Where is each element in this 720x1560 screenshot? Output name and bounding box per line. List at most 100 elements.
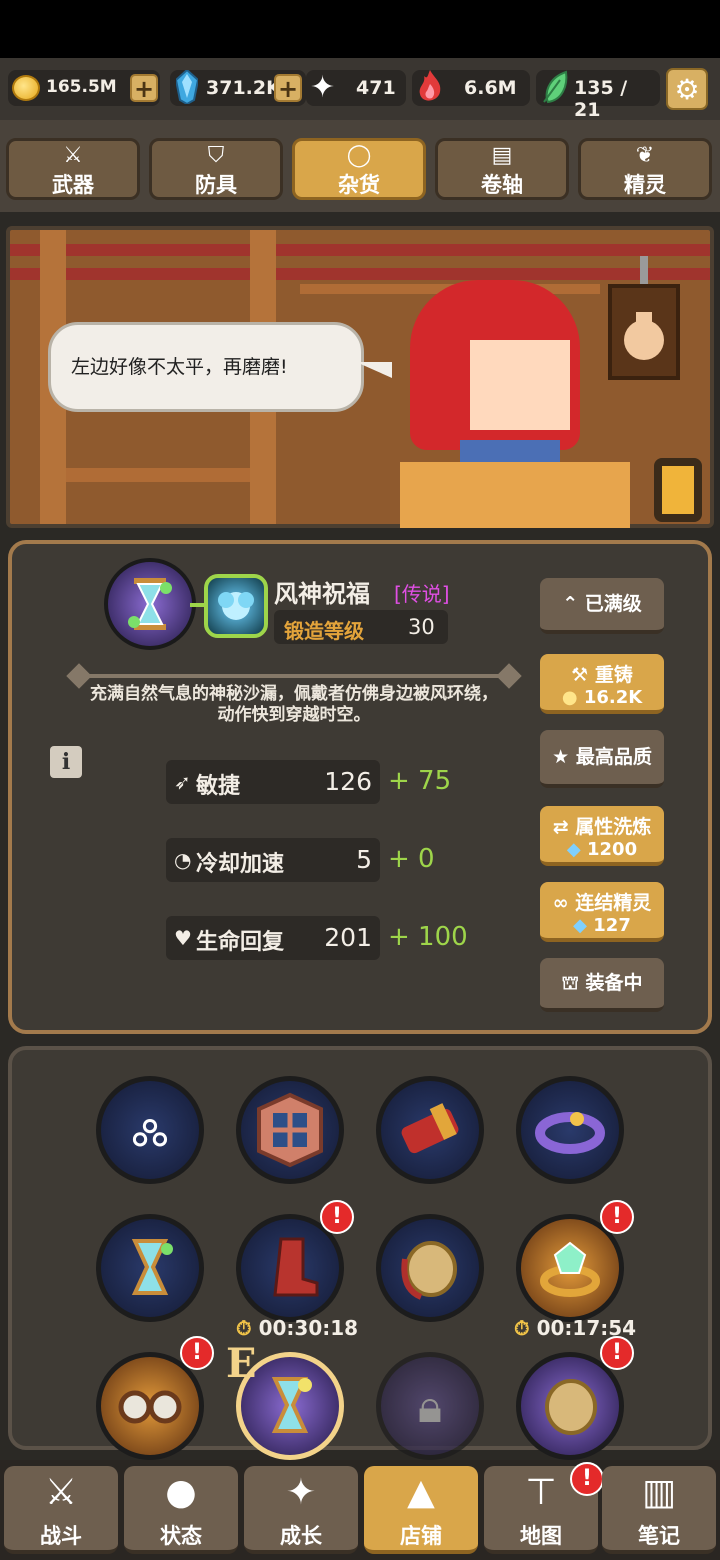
shop-category-tabs: ⚔ 武器 ⛉ 防具 ◯ 杂货 ▤ 卷轴 ❦ 精灵 <box>0 120 720 212</box>
alert-badge: ! <box>600 1200 634 1234</box>
item-slot-bracelet[interactable] <box>516 1076 624 1184</box>
mirror-icon <box>545 1379 597 1435</box>
ring-icon: ◯ <box>346 143 372 168</box>
swords-icon: ⚔ <box>44 1472 78 1513</box>
settings-gear-icon[interactable]: ⚙ <box>666 68 708 110</box>
alert-badge: ! <box>180 1336 214 1370</box>
tab-spirits[interactable]: ❦ 精灵 <box>578 138 712 200</box>
person-icon: ● <box>165 1472 197 1513</box>
tab-scrolls[interactable]: ▤ 卷轴 <box>435 138 569 200</box>
best-quality-button[interactable]: ★ 最高品质 <box>540 730 664 788</box>
speech-bubble: 左边好像不太平，再磨磨! <box>48 322 364 412</box>
stat-row-cooldown: ◔ 冷却加速 5 <box>166 838 380 882</box>
wings-icon: ❦ <box>635 143 655 168</box>
stopwatch-icon: ⏱ <box>514 1316 530 1340</box>
shield-frame-icon <box>257 1092 323 1168</box>
reroll-button[interactable]: ⇄ 属性洗炼 ◆ 1200 <box>540 806 664 866</box>
gem-icon: ◆ <box>566 839 587 860</box>
gold-coin-icon: ● <box>561 687 584 708</box>
equipped-marker: E <box>226 1340 257 1387</box>
item-timer: ⏱ 00:30:18 <box>236 1316 359 1340</box>
recast-button[interactable]: ⚒ 重铸 ● 16.2K <box>540 654 664 714</box>
bracer-icon <box>401 1103 459 1154</box>
tab-weapons[interactable]: ⚔ 武器 <box>6 138 140 200</box>
stat-bonus: + 0 <box>388 844 435 874</box>
item-rarity: [传说] <box>394 582 450 606</box>
cooldown-icon: ◔ <box>174 848 192 872</box>
stat-row-agility: ➶ 敏捷 126 <box>166 760 380 804</box>
book-icon: ▥ <box>641 1472 676 1513</box>
item-slot-bracer[interactable] <box>376 1076 484 1184</box>
nav-notes[interactable]: ▥ 笔记 <box>602 1466 716 1554</box>
tent-icon: ▲ <box>407 1472 435 1513</box>
item-slot-mirror[interactable] <box>376 1214 484 1322</box>
bracelet-icon <box>535 1112 605 1154</box>
alert-badge: ! <box>600 1336 634 1370</box>
star-shard-icon: ✦ <box>310 70 336 105</box>
stat-row-regen: ♥ 生命回复 201 <box>166 916 380 960</box>
alert-badge: ! <box>570 1462 604 1496</box>
item-slot-mirror-2[interactable] <box>516 1352 624 1460</box>
add-gem-button[interactable]: + <box>274 74 302 102</box>
necklace-icon: 🝆 <box>130 1103 170 1157</box>
forge-level-label: 锻造等级 <box>284 619 364 643</box>
link-icon: ∞ <box>552 892 576 914</box>
nav-shop[interactable]: ▲ 店铺 <box>364 1466 478 1554</box>
star-icon: ★ <box>552 746 576 768</box>
nav-growth[interactable]: ✦ 成长 <box>244 1466 358 1554</box>
alert-badge: ! <box>320 1200 354 1234</box>
nav-battle[interactable]: ⚔ 战斗 <box>4 1466 118 1554</box>
item-name: 风神祝福 <box>274 580 370 608</box>
status-bar <box>0 0 720 58</box>
resource-bar: 165.5M + 371.2K + 471 ✦ 6.6M 135 / 21 <box>0 58 720 121</box>
sword-icon: ⚔ <box>63 143 83 168</box>
hammer-icon: ⚒ <box>571 664 595 686</box>
regen-icon: ♥ <box>174 926 192 950</box>
gem-icon <box>176 70 198 104</box>
stat-bonus: + 75 <box>388 766 452 796</box>
agility-icon: ➶ <box>174 770 191 794</box>
shopkeeper-face <box>470 340 570 430</box>
scroll-icon: ▤ <box>491 143 513 168</box>
gem-icon: ◆ <box>573 915 594 936</box>
item-slot-locked[interactable]: 🔒︎ <box>376 1352 484 1460</box>
linked-spirit-icon[interactable] <box>204 574 268 638</box>
item-slot-hourglass[interactable] <box>96 1214 204 1322</box>
fire-icon <box>419 70 441 101</box>
up-arrow-icon: ⌃ <box>562 593 585 615</box>
tab-misc[interactable]: ◯ 杂货 <box>292 138 426 200</box>
forge-level-value: 30 <box>408 615 435 639</box>
divider <box>80 674 510 678</box>
hourglass-icon <box>131 1239 173 1295</box>
max-level-button[interactable]: ⌃ 已满级 <box>540 578 664 634</box>
stat-bonus: + 100 <box>388 922 468 952</box>
sparkle-icon: ✦ <box>285 1472 317 1513</box>
info-icon[interactable]: i <box>50 746 82 778</box>
item-slot-goggles[interactable] <box>96 1352 204 1460</box>
item-slot-frame[interactable] <box>236 1076 344 1184</box>
gold-coin-icon <box>12 75 40 101</box>
item-hourglass-icon[interactable] <box>104 558 196 650</box>
speech-bubble-tail <box>356 362 392 378</box>
stopwatch-icon: ⏱ <box>236 1316 252 1340</box>
add-gold-button[interactable]: + <box>130 74 158 102</box>
nav-status[interactable]: ● 状态 <box>124 1466 238 1554</box>
shuffle-icon: ⇄ <box>552 816 576 838</box>
bottom-nav: ⚔ 战斗 ● 状态 ✦ 成长 ▲ 店铺 ⊤ 地图 ! ▥ 笔记 <box>0 1460 720 1560</box>
equipped-button[interactable]: ⛫ 装备中 <box>540 958 664 1012</box>
lock-icon: 🔒︎ <box>417 1379 443 1433</box>
shield-icon: ⛉ <box>207 143 225 168</box>
shop-counter <box>400 462 630 528</box>
item-slot-necklace[interactable]: 🝆 <box>96 1076 204 1184</box>
link-spirit-button[interactable]: ∞ 连结精灵 ◆ 127 <box>540 882 664 942</box>
item-description: 充满自然气息的神秘沙漏，佩戴者仿佛身边被风环绕，动作快到穿越时空。 <box>90 684 498 725</box>
gem-ring-icon <box>540 1241 600 1297</box>
boot-icon <box>273 1237 319 1297</box>
mirror-icon <box>401 1241 457 1300</box>
hanging-sign-icon <box>608 256 680 380</box>
armor-icon: ⛫ <box>561 972 586 994</box>
leaf-icon <box>543 70 568 104</box>
lantern-icon <box>654 458 702 522</box>
goggles-icon <box>118 1390 182 1424</box>
tab-armor[interactable]: ⛉ 防具 <box>149 138 283 200</box>
